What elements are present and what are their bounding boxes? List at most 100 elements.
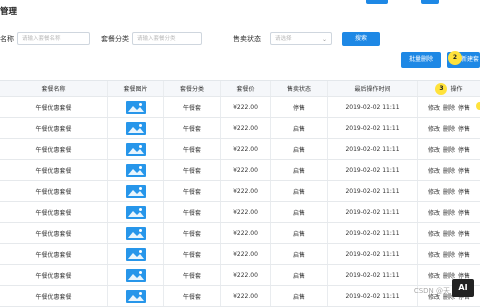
step-badge-2: 2 <box>448 51 462 65</box>
delete-link[interactable]: 删除 <box>443 187 455 196</box>
cell-category: 午餐套 <box>164 97 221 117</box>
delete-link[interactable]: 删除 <box>443 103 455 112</box>
header-status: 售卖状态 <box>271 81 328 96</box>
image-placeholder-icon <box>125 268 146 282</box>
edit-link[interactable]: 修改 <box>428 187 440 196</box>
cell-status: 启售 <box>271 139 328 159</box>
cell-price: ¥222.00 <box>221 223 271 243</box>
table-row: 午餐优惠套餐 午餐套 ¥222.00 启售 2019-02-02 11:11 修改 删除 停售 <box>0 202 480 223</box>
cell-actions: 修改 删除 停售 <box>418 223 480 243</box>
step-badge-3: 3 <box>435 82 448 95</box>
table-row: 午餐优惠套餐 午餐套 ¥222.00 启售 2019-02-02 11:11 修改 删除 停售 <box>0 118 480 139</box>
cell-time: 2019-02-02 11:11 <box>328 286 418 306</box>
cell-actions: 修改 删除 停售 <box>418 202 480 222</box>
cell-price: ¥222.00 <box>221 202 271 222</box>
toggle-status-link[interactable]: 停售 <box>458 250 470 259</box>
cell-time: 2019-02-02 11:11 <box>328 244 418 264</box>
header-image: 套餐图片 <box>108 81 164 96</box>
cell-status: 启售 <box>271 118 328 138</box>
cell-actions: 修改 删除 停售 <box>418 244 480 264</box>
cell-status: 启售 <box>271 202 328 222</box>
cell-image <box>108 139 164 159</box>
cell-image <box>108 286 164 306</box>
cell-time: 2019-02-02 11:11 <box>328 223 418 243</box>
edit-link[interactable]: 修改 <box>428 124 440 133</box>
edit-link[interactable]: 修改 <box>428 250 440 259</box>
cell-time: 2019-02-02 11:11 <box>328 160 418 180</box>
edit-link[interactable]: 修改 <box>428 166 440 175</box>
header-actions: 3 操作 <box>418 81 480 96</box>
cell-category: 午餐套 <box>164 160 221 180</box>
search-button[interactable]: 搜索 <box>342 32 380 46</box>
cell-actions: 修改 删除 停售 <box>418 139 480 159</box>
table-row: 午餐优惠套餐 午餐套 ¥222.00 启售 2019-02-02 11:11 修改 删除 停售 <box>0 160 480 181</box>
image-placeholder-icon <box>125 142 146 156</box>
header-category: 套餐分类 <box>164 81 221 96</box>
delete-link[interactable]: 删除 <box>443 145 455 154</box>
toggle-status-link[interactable]: 停售 <box>458 124 470 133</box>
name-filter-label: 名称 <box>0 35 14 43</box>
cell-image <box>108 223 164 243</box>
cell-price: ¥222.00 <box>221 139 271 159</box>
edit-link[interactable]: 修改 <box>428 271 440 280</box>
category-filter-input[interactable]: 请输入套餐分类 <box>132 32 202 45</box>
cell-status: 启售 <box>271 223 328 243</box>
image-placeholder-icon <box>125 289 146 303</box>
cell-price: ¥222.00 <box>221 97 271 117</box>
cell-time: 2019-02-02 11:11 <box>328 139 418 159</box>
image-placeholder-icon <box>125 205 146 219</box>
watermark-text: CSDN @天 <box>413 287 450 295</box>
image-placeholder-icon <box>125 163 146 177</box>
toggle-status-link[interactable]: 停售 <box>458 166 470 175</box>
name-filter-input[interactable]: 请输入套餐名称 <box>17 32 90 45</box>
toggle-status-link[interactable]: 停售 <box>458 145 470 154</box>
watermark-logo: AI <box>452 279 474 297</box>
cell-name: 午餐优惠套餐 <box>0 97 108 117</box>
table-header-row: 套餐名称 套餐图片 套餐分类 套餐价 售卖状态 最后操作时间 3 操作 <box>0 81 480 97</box>
toggle-status-link[interactable]: 停售 <box>458 187 470 196</box>
cell-actions: 修改 删除 停售 <box>418 118 480 138</box>
edit-link[interactable]: 修改 <box>428 145 440 154</box>
cell-status: 启售 <box>271 244 328 264</box>
toggle-status-link[interactable]: 停售 <box>458 103 470 112</box>
status-filter-select[interactable]: 请选择 ⌄ <box>270 32 332 45</box>
batch-delete-button[interactable]: 批量删除 <box>401 52 441 68</box>
delete-link[interactable]: 删除 <box>443 124 455 133</box>
edit-link[interactable]: 修改 <box>428 229 440 238</box>
cell-name: 午餐优惠套餐 <box>0 286 108 306</box>
cell-actions: 修改 删除 停售 <box>418 160 480 180</box>
cell-actions: 修改 删除 停售 <box>418 97 480 117</box>
cell-name: 午餐优惠套餐 <box>0 181 108 201</box>
cell-category: 午餐套 <box>164 286 221 306</box>
cell-price: ¥222.00 <box>221 244 271 264</box>
delete-link[interactable]: 删除 <box>443 229 455 238</box>
edit-link[interactable]: 修改 <box>428 103 440 112</box>
delete-link[interactable]: 删除 <box>443 208 455 217</box>
delete-link[interactable]: 删除 <box>443 250 455 259</box>
edit-link[interactable]: 修改 <box>428 208 440 217</box>
cell-price: ¥222.00 <box>221 265 271 285</box>
header-name: 套餐名称 <box>0 81 108 96</box>
toggle-status-link[interactable]: 停售 <box>458 208 470 217</box>
new-button-label: 新建套 <box>460 56 479 63</box>
status-filter-value: 请选择 <box>275 36 292 42</box>
toggle-status-link[interactable]: 停售 <box>458 229 470 238</box>
cell-time: 2019-02-02 11:11 <box>328 181 418 201</box>
table-row: 午餐优惠套餐 午餐套 ¥222.00 停售 2019-02-02 11:11 修改 删除 停售 <box>0 97 480 118</box>
delete-link[interactable]: 删除 <box>443 166 455 175</box>
top-action-button[interactable] <box>366 0 388 4</box>
cell-image <box>108 265 164 285</box>
cell-status: 启售 <box>271 160 328 180</box>
header-price: 套餐价 <box>221 81 271 96</box>
package-table: 套餐名称 套餐图片 套餐分类 套餐价 售卖状态 最后操作时间 3 操作 午餐优惠… <box>0 80 480 307</box>
cell-status: 启售 <box>271 265 328 285</box>
table-row: 午餐优惠套餐 午餐套 ¥222.00 启售 2019-02-02 11:11 修改 删除 停售 <box>0 223 480 244</box>
cell-category: 午餐套 <box>164 181 221 201</box>
top-action-button-secondary[interactable] <box>421 0 439 4</box>
table-row: 午餐优惠套餐 午餐套 ¥222.00 启售 2019-02-02 11:11 修改 删除 停售 <box>0 181 480 202</box>
cell-time: 2019-02-02 11:11 <box>328 202 418 222</box>
cell-time: 2019-02-02 11:11 <box>328 97 418 117</box>
status-filter-label: 售卖状态 <box>233 35 261 43</box>
cell-image <box>108 181 164 201</box>
page-title: 管理 <box>0 7 18 17</box>
